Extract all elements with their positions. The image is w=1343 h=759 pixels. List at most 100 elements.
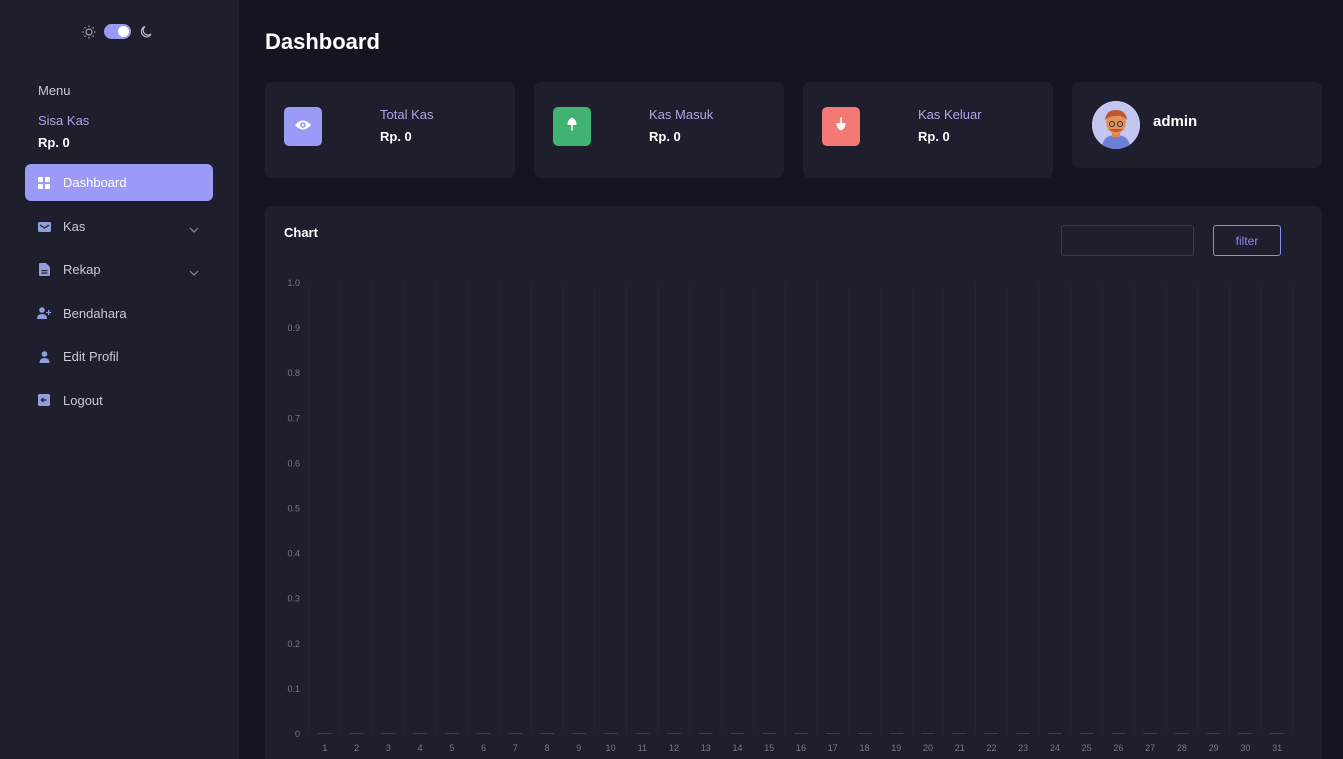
y-tick-label: 0.6 [287, 458, 300, 468]
x-tick-label: 15 [764, 743, 774, 753]
sidebar-nav: Dashboard Kas Rekap Bendahara Edit Profi… [25, 164, 213, 425]
chart-bar[interactable] [952, 733, 967, 734]
x-tick-label: 14 [733, 743, 743, 753]
x-tick-label: 5 [449, 743, 454, 753]
x-tick-label: 16 [796, 743, 806, 753]
chart-bar[interactable] [762, 733, 777, 734]
chart-bar[interactable] [825, 733, 840, 734]
chart-bar[interactable] [1143, 733, 1158, 734]
chevron-down-icon [189, 264, 199, 279]
y-tick-label: 0.7 [287, 413, 300, 423]
y-tick-label: 0.5 [287, 504, 300, 514]
card-icon-box [822, 107, 860, 146]
chart-bar[interactable] [1238, 733, 1253, 734]
chart-bar[interactable] [984, 733, 999, 734]
theme-toggle[interactable] [82, 24, 153, 39]
moon-icon [139, 25, 153, 39]
sidebar-item-label: Dashboard [63, 175, 127, 190]
sun-icon [82, 25, 96, 39]
y-tick-label: 1.0 [287, 278, 300, 288]
document-icon [37, 263, 51, 277]
chart-canvas: 00.10.20.30.40.50.60.70.80.91.01 2 3 4 5 6 7 8 9… [287, 278, 1294, 753]
grid-icon [37, 176, 51, 190]
x-tick-label: 18 [859, 743, 869, 753]
y-tick-label: 0.3 [287, 594, 300, 604]
chart-bar[interactable] [667, 733, 682, 734]
filter-button[interactable]: filter [1213, 225, 1281, 256]
chart-bar[interactable] [540, 733, 555, 734]
card-label: Kas Masuk [649, 107, 714, 122]
x-tick-label: 19 [891, 743, 901, 753]
sidebar-item-rekap[interactable]: Rekap [25, 251, 213, 288]
logout-icon [37, 393, 51, 407]
y-tick-label: 0.9 [287, 323, 300, 333]
sidebar-item-label: Rekap [63, 262, 101, 277]
x-tick-label: 7 [513, 743, 518, 753]
y-tick-label: 0.4 [287, 549, 300, 559]
chart-bar[interactable] [698, 733, 713, 734]
sidebar-item-logout[interactable]: Logout [25, 382, 213, 419]
x-tick-label: 24 [1050, 743, 1060, 753]
x-tick-label: 26 [1113, 743, 1123, 753]
chart-bar[interactable] [1174, 733, 1189, 734]
chart-bar[interactable] [794, 733, 808, 734]
x-tick-label: 9 [576, 743, 581, 753]
y-tick-label: 0 [295, 729, 300, 739]
sidebar-item-dashboard[interactable]: Dashboard [25, 164, 213, 201]
chart-bar[interactable] [381, 733, 396, 734]
x-tick-label: 3 [386, 743, 391, 753]
chart-bar[interactable] [889, 733, 904, 734]
arrow-down-icon [835, 117, 847, 136]
y-tick-label: 0.8 [287, 368, 300, 378]
card-icon-box [284, 107, 322, 146]
x-tick-label: 20 [923, 743, 933, 753]
x-tick-label: 23 [1018, 743, 1028, 753]
stat-card-kas-masuk: Kas Masuk Rp. 0 [534, 82, 784, 178]
profile-card[interactable]: admin [1072, 82, 1322, 168]
sidebar-item-label: Kas [63, 218, 86, 234]
x-tick-label: 10 [606, 743, 616, 753]
chart-title: Chart [284, 225, 318, 240]
chart-bar[interactable] [508, 733, 523, 734]
x-tick-label: 1 [322, 743, 327, 753]
chart-bar[interactable] [635, 733, 650, 734]
chart-bar[interactable] [1016, 733, 1031, 734]
chart-bar[interactable] [413, 733, 428, 734]
chart-bar[interactable] [1047, 733, 1062, 734]
x-tick-label: 8 [545, 743, 550, 753]
chart-bar[interactable] [1111, 733, 1126, 734]
sidebar-item-bendahara[interactable]: Bendahara [25, 295, 213, 332]
x-tick-label: 2 [354, 743, 359, 753]
x-tick-label: 6 [481, 743, 486, 753]
chart-bar[interactable] [603, 733, 618, 734]
chart-bar[interactable] [317, 733, 332, 734]
chart-bar[interactable] [349, 733, 364, 734]
user-icon [37, 350, 51, 364]
x-tick-label: 31 [1272, 743, 1282, 753]
y-tick-label: 0.1 [287, 684, 300, 694]
chart-bar[interactable] [730, 733, 745, 734]
arrow-up-icon [566, 117, 578, 136]
sidebar-item-kas[interactable]: Kas [25, 208, 213, 245]
sidebar-item-label: Edit Profil [63, 349, 119, 364]
stat-card-total-kas: Total Kas Rp. 0 [265, 82, 515, 178]
chart-bar[interactable] [1079, 733, 1094, 734]
chart-bar[interactable] [1270, 733, 1285, 734]
chart-bar[interactable] [1206, 733, 1221, 734]
card-value: Rp. 0 [649, 129, 681, 144]
chart-bar[interactable] [476, 733, 491, 734]
chart-bar[interactable] [857, 733, 872, 734]
profile-name: admin [1153, 113, 1198, 130]
chart-bar[interactable] [444, 733, 459, 734]
wallet-icon [37, 219, 51, 233]
theme-switch[interactable] [104, 24, 131, 39]
avatar [1092, 101, 1140, 149]
user-add-icon [37, 306, 51, 320]
balance-label: Sisa Kas [38, 113, 90, 128]
x-tick-label: 22 [986, 743, 996, 753]
chart-bar[interactable] [920, 733, 935, 734]
x-tick-label: 28 [1177, 743, 1187, 753]
sidebar-item-edit-profil[interactable]: Edit Profil [25, 338, 213, 375]
chart-bar[interactable] [571, 733, 586, 734]
filter-input[interactable] [1061, 225, 1194, 256]
